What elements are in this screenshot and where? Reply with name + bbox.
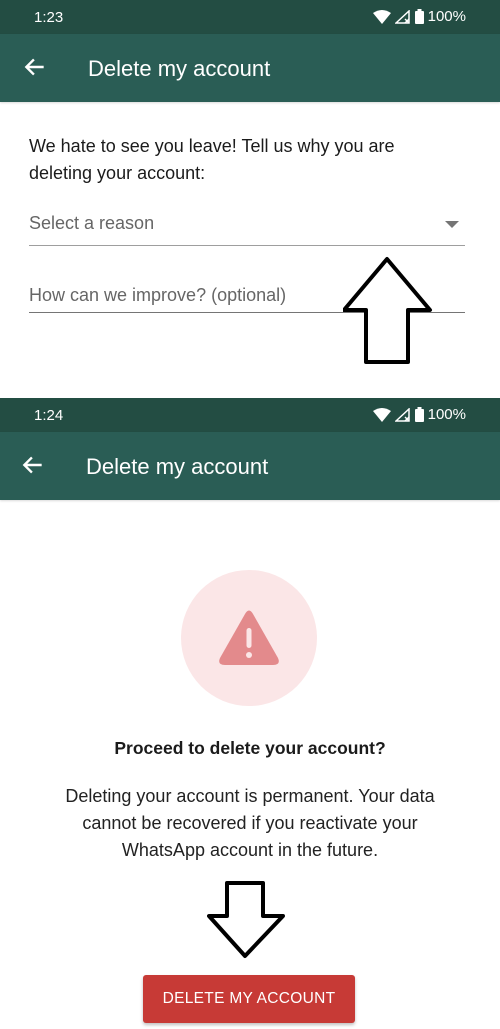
status-bar: 1:24 100% [0,398,500,432]
page-title: Delete my account [88,56,271,81]
confirm-body: Deleting your account is permanent. Your… [65,786,435,860]
page-title: Delete my account [86,454,269,479]
status-time: 1:24 [34,407,64,424]
battery-icon [414,9,424,24]
reason-select-placeholder: Select a reason [29,213,155,233]
status-time: 1:23 [34,9,64,26]
wifi-icon [372,9,391,24]
intro-text: We hate to see you leave! Tell us why yo… [29,136,395,183]
battery-percent: 100% [427,8,466,25]
app-bar: Delete my account [0,432,500,500]
arrow-back-icon[interactable] [20,452,46,478]
warning-triangle-icon [219,610,279,665]
arrow-up-icon [343,257,432,364]
arrow-back-icon[interactable] [22,54,48,80]
reason-select[interactable]: Select a reason [29,205,465,246]
status-bar: 1:23 100% [0,0,500,34]
wifi-icon [372,407,391,422]
warning-badge [181,570,317,706]
delete-account-button[interactable]: DELETE MY ACCOUNT [143,975,355,1023]
battery-percent: 100% [427,406,466,423]
no-signal-icon [394,407,410,422]
dropdown-caret-icon [445,221,459,228]
confirm-heading: Proceed to delete your account? [114,738,386,758]
battery-icon [414,407,424,422]
no-signal-icon [394,9,410,24]
arrow-down-icon [207,881,285,958]
app-bar: Delete my account [0,34,500,102]
